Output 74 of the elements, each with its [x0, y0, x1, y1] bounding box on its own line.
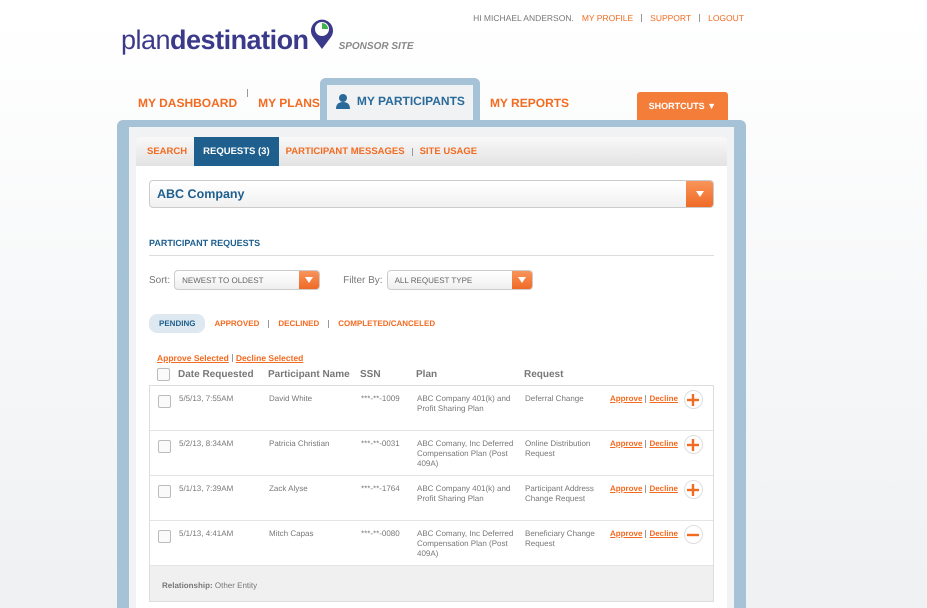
table-cell-text: ***-**-0031: [361, 439, 401, 449]
column-header: Request: [524, 368, 564, 380]
subtab[interactable]: SEARCH: [140, 137, 194, 166]
table-cell-text: ***-**-0080: [361, 529, 401, 539]
subtab[interactable]: PARTICIPANT MESSAGES: [278, 137, 412, 166]
logo-wordmark: plandestination: [121, 27, 309, 54]
decline-link[interactable]: Decline: [649, 484, 678, 493]
table-cell-text: Zack Alyse: [269, 484, 309, 494]
nav-tab[interactable]: MY REPORTS: [490, 96, 570, 120]
detail-text: Relationship: Other Entity: [162, 581, 258, 590]
table-cell-text: 5/2/13, 8:34AM: [179, 439, 234, 449]
subtab[interactable]: REQUESTS (3): [194, 137, 279, 166]
sort-label: Sort:: [149, 274, 170, 286]
nav-tab[interactable]: MY DASHBOARD: [138, 96, 238, 120]
table-cell-text: Participant Address Change Request: [525, 484, 595, 504]
nav-tab[interactable]: MY PARTICIPANTS: [320, 78, 480, 120]
approve-link[interactable]: Approve: [610, 529, 642, 538]
row-checkbox[interactable]: [158, 395, 171, 408]
company-dropdown[interactable]: ABC Company: [149, 180, 714, 208]
status-tab[interactable]: PENDING: [149, 314, 206, 333]
header-link[interactable]: SUPPORT: [650, 13, 692, 23]
shortcuts-button[interactable]: SHORTCUTS ▼: [636, 92, 728, 120]
table-cell-text: ***-**-1009: [361, 394, 401, 404]
subtab[interactable]: SITE USAGE: [412, 137, 484, 166]
plus-icon: [687, 484, 700, 496]
collapse-button[interactable]: [684, 525, 703, 544]
row-checkbox[interactable]: [158, 530, 171, 543]
approve-link[interactable]: Approve: [610, 439, 642, 448]
column-header: Participant Name: [268, 368, 351, 380]
table-cell-text: ABC Comany, Inc Deferred Compensation Plan (Post 409A): [417, 439, 514, 469]
approve-link[interactable]: Approve: [610, 484, 642, 493]
decline-link[interactable]: Decline: [649, 394, 678, 403]
filter-label: Filter By:: [343, 274, 383, 286]
column-header: Date Requested: [178, 368, 255, 380]
expand-button[interactable]: [684, 435, 703, 454]
table-cell-text: ABC Company 401(k) and Profit Sharing Plan: [417, 394, 512, 414]
table-cell-text: 5/1/13, 7:39AM: [179, 484, 234, 494]
table-cell-text: Online Distribution Request: [525, 439, 592, 459]
select-all-checkbox[interactable]: [157, 368, 170, 380]
table-cell-text: Mitch Capas: [269, 529, 314, 539]
plus-icon: [687, 394, 700, 406]
row-checkbox[interactable]: [158, 485, 171, 498]
bulk-action-link[interactable]: Decline Selected: [236, 353, 304, 363]
section-title: PARTICIPANT REQUESTS: [149, 238, 714, 256]
filter-dropdown[interactable]: ALL REQUEST TYPE: [386, 270, 533, 290]
table-cell-text: Beneficiary Change Request: [525, 529, 596, 549]
header-link[interactable]: LOGOUT: [708, 13, 744, 23]
table-cell-text: 5/1/13, 4:41AM: [179, 529, 234, 539]
nav-tab[interactable]: MY PLANS: [258, 96, 320, 120]
expand-button[interactable]: [684, 480, 703, 499]
decline-link[interactable]: Decline: [649, 529, 678, 538]
table-cell-text: ***-**-1764: [361, 484, 401, 494]
status-tab[interactable]: DECLINED: [278, 314, 320, 333]
table-cell-text: David White: [269, 394, 314, 404]
approve-link[interactable]: Approve: [610, 394, 642, 403]
table-cell-text: 5/5/13, 7:55AM: [179, 394, 234, 404]
row-checkbox[interactable]: [158, 440, 171, 453]
column-header: SSN: [360, 368, 382, 380]
table-cell-text: Patricia Christian: [269, 439, 330, 449]
plus-icon: [687, 438, 700, 450]
logo-subtitle: SPONSOR SITE: [338, 41, 414, 52]
bulk-action-link[interactable]: Approve Selected: [157, 353, 229, 363]
header-link[interactable]: MY PROFILE: [582, 13, 634, 23]
table-cell-text: ABC Comany, Inc Deferred Compensation Plan (Post 409A): [417, 529, 514, 559]
status-tab[interactable]: COMPLETED/CANCELED: [338, 314, 436, 333]
expand-button[interactable]: [684, 390, 703, 409]
greeting-text: HI MICHAEL ANDERSON.: [473, 13, 574, 23]
sort-dropdown[interactable]: NEWEST TO OLDEST: [174, 270, 320, 290]
status-tab[interactable]: APPROVED: [214, 314, 260, 333]
decline-link[interactable]: Decline: [649, 439, 678, 448]
table-cell-text: ABC Company 401(k) and Profit Sharing Plan: [417, 484, 512, 504]
column-header: Plan: [416, 368, 438, 380]
map-pin-icon: [308, 18, 335, 50]
table-cell-text: Deferral Change: [525, 394, 585, 404]
